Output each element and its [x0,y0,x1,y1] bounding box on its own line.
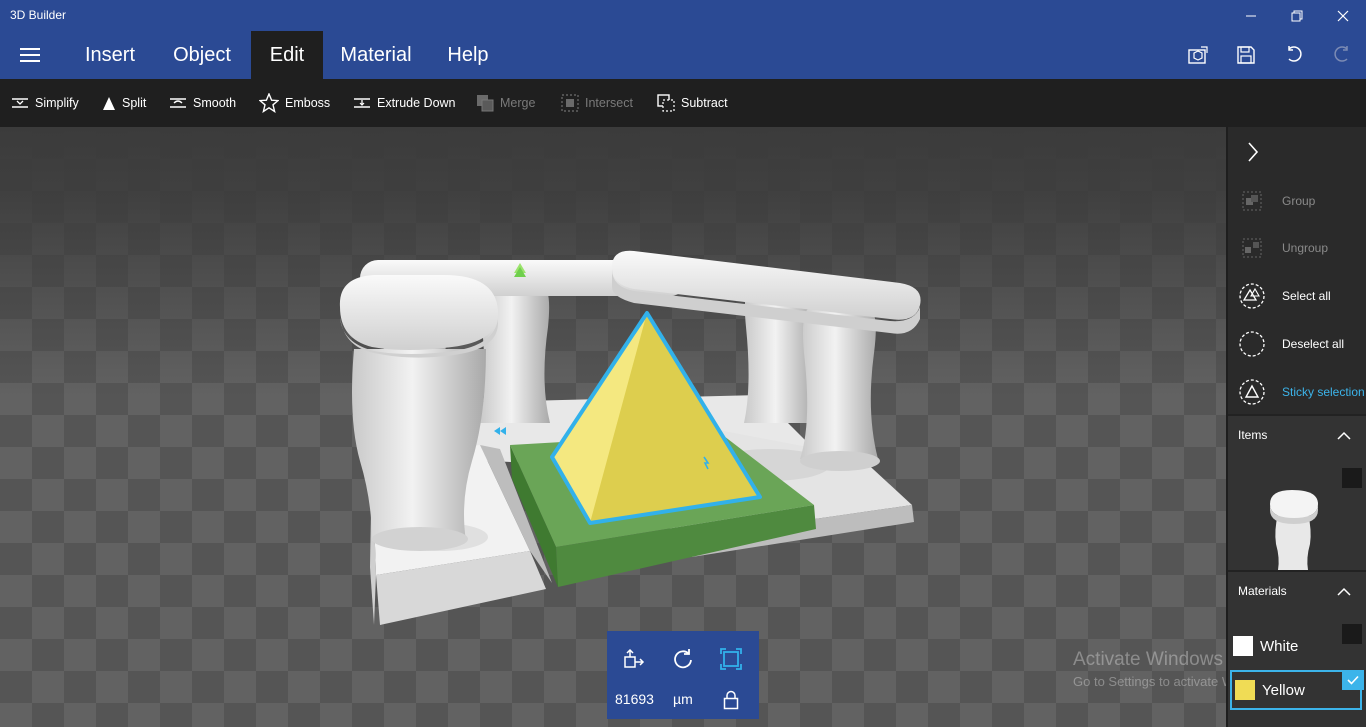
restore-icon [1291,10,1303,21]
subtract-icon [657,94,675,112]
extrude-down-icon [354,98,370,108]
lock-proportions-button[interactable] [720,688,742,712]
emboss-button[interactable]: Emboss [259,79,330,127]
simplify-icon [12,98,28,108]
smooth-label: Smooth [193,96,237,110]
split-icon [103,96,115,110]
minimize-icon [1246,15,1256,16]
group-icon [1238,187,1266,215]
right-front-column[interactable] [800,307,880,471]
split-label: Split [122,96,147,110]
save-button[interactable] [1232,41,1260,69]
extrude-down-label: Extrude Down [377,96,456,110]
right-side-panel: Group Ungroup Select all Deselect all St… [1226,127,1366,727]
material-white-label: White [1260,637,1299,655]
materials-collapse-button[interactable] [1332,582,1356,602]
smooth-button[interactable]: Smooth [169,79,236,127]
selected-check [1342,670,1364,690]
deselect-all-button[interactable]: Deselect all [1228,321,1366,367]
move-icon [624,648,645,668]
checkmark-icon [1347,675,1359,685]
intersect-button[interactable]: Intersect [561,79,633,127]
scale-icon [720,648,742,670]
menu-bar: Insert Object Edit Material Help [0,31,1366,79]
chevron-up-icon [1337,431,1351,440]
lock-icon [723,690,739,710]
smooth-icon [170,98,186,108]
item-thumbnail[interactable] [1258,488,1328,570]
select-all-label: Select all [1282,289,1331,303]
ungroup-label: Ungroup [1282,241,1329,255]
white-swatch [1233,636,1253,656]
dimension-unit[interactable]: µm [673,691,693,707]
ungroup-icon [1238,234,1266,262]
redo-icon [1334,46,1348,62]
emboss-label: Emboss [285,96,331,110]
items-section: Items [1228,414,1366,570]
menu-material[interactable]: Material [330,31,422,79]
maximize-button[interactable] [1274,0,1320,31]
chevron-right-icon [1248,142,1259,162]
materials-section: Materials White Yellow [1228,570,1366,727]
group-button[interactable]: Group [1228,178,1366,224]
menu-insert[interactable]: Insert [72,31,148,79]
subtract-button[interactable]: Subtract [657,79,728,127]
move-button[interactable] [620,645,648,673]
intersect-icon [561,94,579,112]
merge-label: Merge [500,96,536,110]
items-color-swatch[interactable] [1342,468,1362,488]
sticky-selection-label: Sticky selection [1282,385,1365,399]
material-yellow-label: Yellow [1262,681,1305,699]
select-all-icon [1238,282,1266,310]
close-icon [1337,10,1349,21]
save-icon [1237,46,1255,64]
transform-panel: 81693 µm [607,631,759,719]
hamburger-menu-button[interactable] [12,43,48,67]
sticky-selection-button[interactable]: Sticky selection [1228,369,1366,415]
sticky-selection-icon [1238,378,1266,406]
yellow-swatch [1235,680,1255,700]
items-collapse-button[interactable] [1332,426,1356,446]
select-all-button[interactable]: Select all [1228,273,1366,319]
dimension-value[interactable]: 81693 [615,691,654,707]
scale-button[interactable] [717,645,745,673]
deselect-all-icon [1238,330,1266,358]
simplify-label: Simplify [35,96,79,110]
intersect-label: Intersect [585,96,633,110]
rotate-button[interactable] [669,645,697,673]
chevron-up-icon [1337,587,1351,596]
menu-edit[interactable]: Edit [251,31,323,79]
collapse-panel-button[interactable] [1238,135,1268,169]
view-cube-button[interactable] [1184,41,1212,69]
merge-button[interactable]: Merge [476,79,535,127]
ungroup-button[interactable]: Ungroup [1228,225,1366,271]
redo-button[interactable] [1328,41,1356,69]
material-yellow[interactable]: Yellow [1230,670,1364,710]
title-bar: 3D Builder [0,0,1366,31]
merge-icon [477,95,494,112]
group-label: Group [1282,194,1316,208]
minimize-button[interactable] [1228,0,1274,31]
view-cube-icon [1188,46,1208,64]
deselect-all-label: Deselect all [1282,337,1345,351]
undo-icon [1288,46,1302,62]
star-icon [259,93,279,113]
materials-title: Materials [1238,584,1287,598]
menu-help[interactable]: Help [436,31,500,79]
edit-toolbar: Simplify Split Smooth Emboss Extrude Dow… [0,79,1366,127]
extrude-down-button[interactable]: Extrude Down [353,79,456,127]
items-title: Items [1238,428,1268,442]
split-button[interactable]: Split [102,79,146,127]
simplify-button[interactable]: Simplify [11,79,79,127]
subtract-label: Subtract [681,96,728,110]
menu-object[interactable]: Object [160,31,244,79]
close-button[interactable] [1320,0,1366,31]
material-white[interactable]: White [1230,626,1362,666]
app-title: 3D Builder [10,8,67,22]
watermark-title: Activate Windows [1073,649,1223,670]
undo-button[interactable] [1280,41,1308,69]
rotate-icon [674,649,692,669]
